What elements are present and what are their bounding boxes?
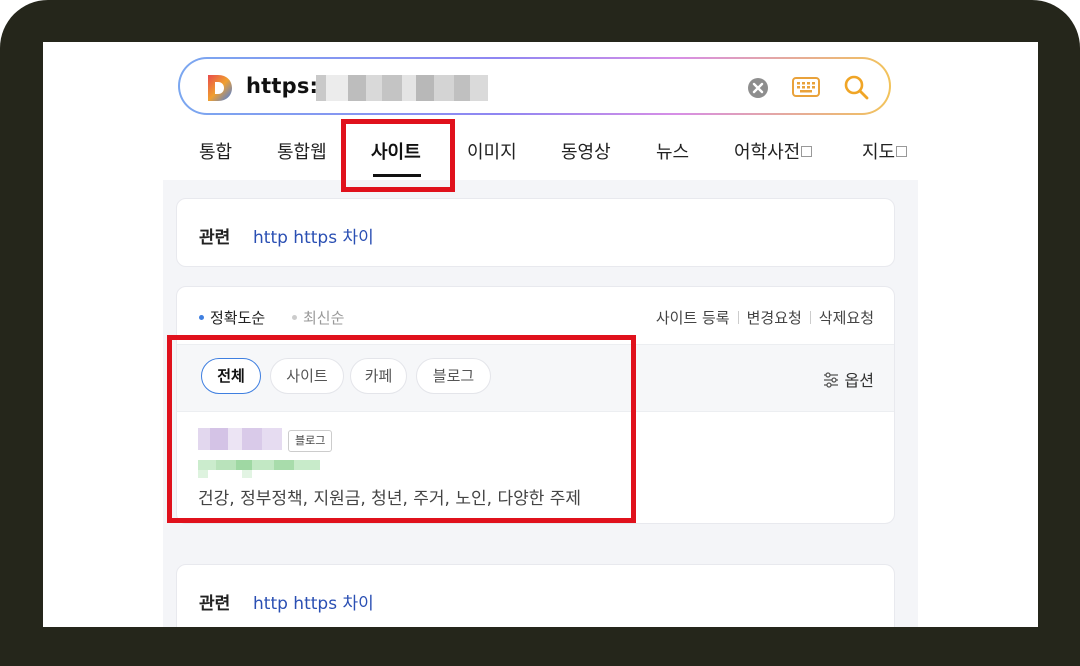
- sliders-icon: [823, 372, 838, 388]
- tab-all[interactable]: 통합: [199, 138, 232, 164]
- sort-accuracy-label: 정확도순: [210, 309, 266, 327]
- sort-recent-label: 최신순: [303, 309, 345, 327]
- tab-dictionary-label: 어학사전: [734, 142, 801, 163]
- sort-accuracy[interactable]: 정확도순: [199, 307, 265, 328]
- external-link-icon: [801, 146, 813, 157]
- change-request-link[interactable]: 변경요청: [747, 309, 802, 327]
- unselected-dot-icon: [292, 315, 297, 320]
- tab-video[interactable]: 동영상: [561, 138, 611, 164]
- tab-web[interactable]: 통합웹: [277, 138, 327, 164]
- related-searches-card: 관련 http https 차이: [176, 198, 895, 267]
- tab-map-label: 지도: [862, 142, 896, 163]
- browser-screen: https:/ 통합 통합웹 사이트 이미지 동영상 뉴스 어학사전 지도 관련…: [43, 42, 1038, 627]
- sort-recent[interactable]: 최신순: [292, 307, 344, 328]
- clear-icon[interactable]: [747, 77, 769, 99]
- tab-map[interactable]: 지도: [862, 138, 908, 164]
- delete-request-link[interactable]: 삭제요청: [819, 309, 874, 327]
- tab-news[interactable]: 뉴스: [656, 138, 689, 164]
- highlight-box-results: [167, 335, 636, 523]
- related-label: 관련: [199, 594, 231, 614]
- option-label: 옵션: [844, 371, 874, 390]
- daum-logo: [208, 75, 232, 101]
- option-button[interactable]: 옵션: [823, 367, 874, 391]
- url-text[interactable]: https:/: [246, 74, 326, 98]
- site-admin-links: 사이트 등록 변경요청 삭제요청: [656, 307, 874, 328]
- highlight-box-site-tab: [341, 119, 455, 192]
- selected-dot-icon: [199, 315, 204, 320]
- divider: [809, 311, 811, 324]
- divider: [737, 311, 739, 324]
- external-link-icon: [896, 146, 908, 157]
- related-searches-card-bottom: 관련 http https 차이: [176, 564, 895, 627]
- search-tabs: 통합 통합웹 사이트 이미지 동영상 뉴스 어학사전 지도: [183, 130, 923, 180]
- related-label: 관련: [199, 228, 231, 248]
- tab-image[interactable]: 이미지: [467, 138, 517, 164]
- search-icon[interactable]: [843, 74, 869, 100]
- search-bar[interactable]: https:/: [178, 57, 891, 115]
- blurred-url: [316, 75, 488, 101]
- related-link[interactable]: http https 차이: [253, 223, 374, 248]
- keyboard-icon[interactable]: [791, 75, 821, 99]
- related-link[interactable]: http https 차이: [253, 589, 374, 614]
- tab-dictionary[interactable]: 어학사전: [734, 138, 813, 164]
- register-site-link[interactable]: 사이트 등록: [656, 309, 730, 327]
